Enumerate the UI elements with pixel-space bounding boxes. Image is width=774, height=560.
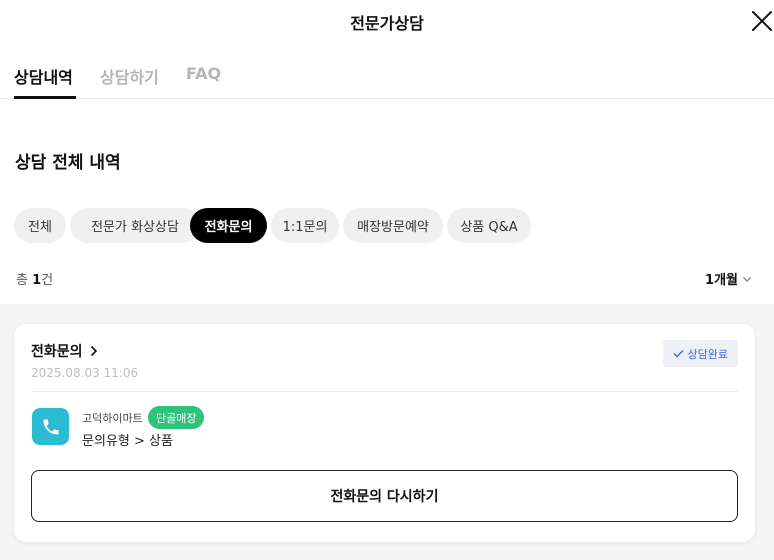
close-icon [752,11,772,31]
chevron-right-icon [90,345,97,357]
header: 전문가상담 [0,0,774,42]
period-label: 1개월 [705,273,738,288]
filter-chip-qna[interactable]: 상품 Q&A [447,208,531,243]
section-title: 상담 전체 내역 [15,153,121,173]
tab-consult[interactable]: 상담하기 [100,64,159,88]
check-icon [673,350,684,358]
card-title: 전화문의 [31,344,83,360]
favorite-store-badge: 단골매장 [148,406,205,429]
filter-chip-store-visit[interactable]: 매장방문예약 [343,208,443,243]
filter-chip-video[interactable]: 전문가 화상상담 [70,208,200,243]
history-card: 전화문의 2025.08.03 11:06 상담완료 고덕하이마트 단골매장 문… [14,324,755,542]
status-label: 상담완료 [687,347,728,361]
active-tab-indicator [14,96,76,99]
card-date: 2025.08.03 11:06 [31,366,139,380]
card-divider [31,391,738,392]
tab-faq[interactable]: FAQ [186,64,221,83]
chevron-down-icon [743,276,751,282]
tab-bar: 상담내역 상담하기 FAQ [0,42,774,99]
status-badge: 상담완료 [662,340,738,367]
card-title-link[interactable]: 전화문의 [31,341,99,361]
filter-chip-phone[interactable]: 전화문의 [190,208,267,243]
retry-call-button[interactable]: 전화문의 다시하기 [31,470,738,522]
filter-chip-all[interactable]: 전체 [14,208,66,243]
total-count: 총 1건 [16,273,54,288]
phone-icon [32,408,69,445]
filter-chip-inquiry[interactable]: 1:1문의 [271,208,339,243]
tab-history[interactable]: 상담내역 [14,64,73,88]
store-name: 고덕하이마트 [82,412,143,425]
period-select[interactable]: 1개월 [705,269,752,288]
page-title: 전문가상담 [350,14,424,33]
close-button[interactable] [750,9,774,33]
inquiry-type: 문의유형 > 상품 [82,434,173,449]
